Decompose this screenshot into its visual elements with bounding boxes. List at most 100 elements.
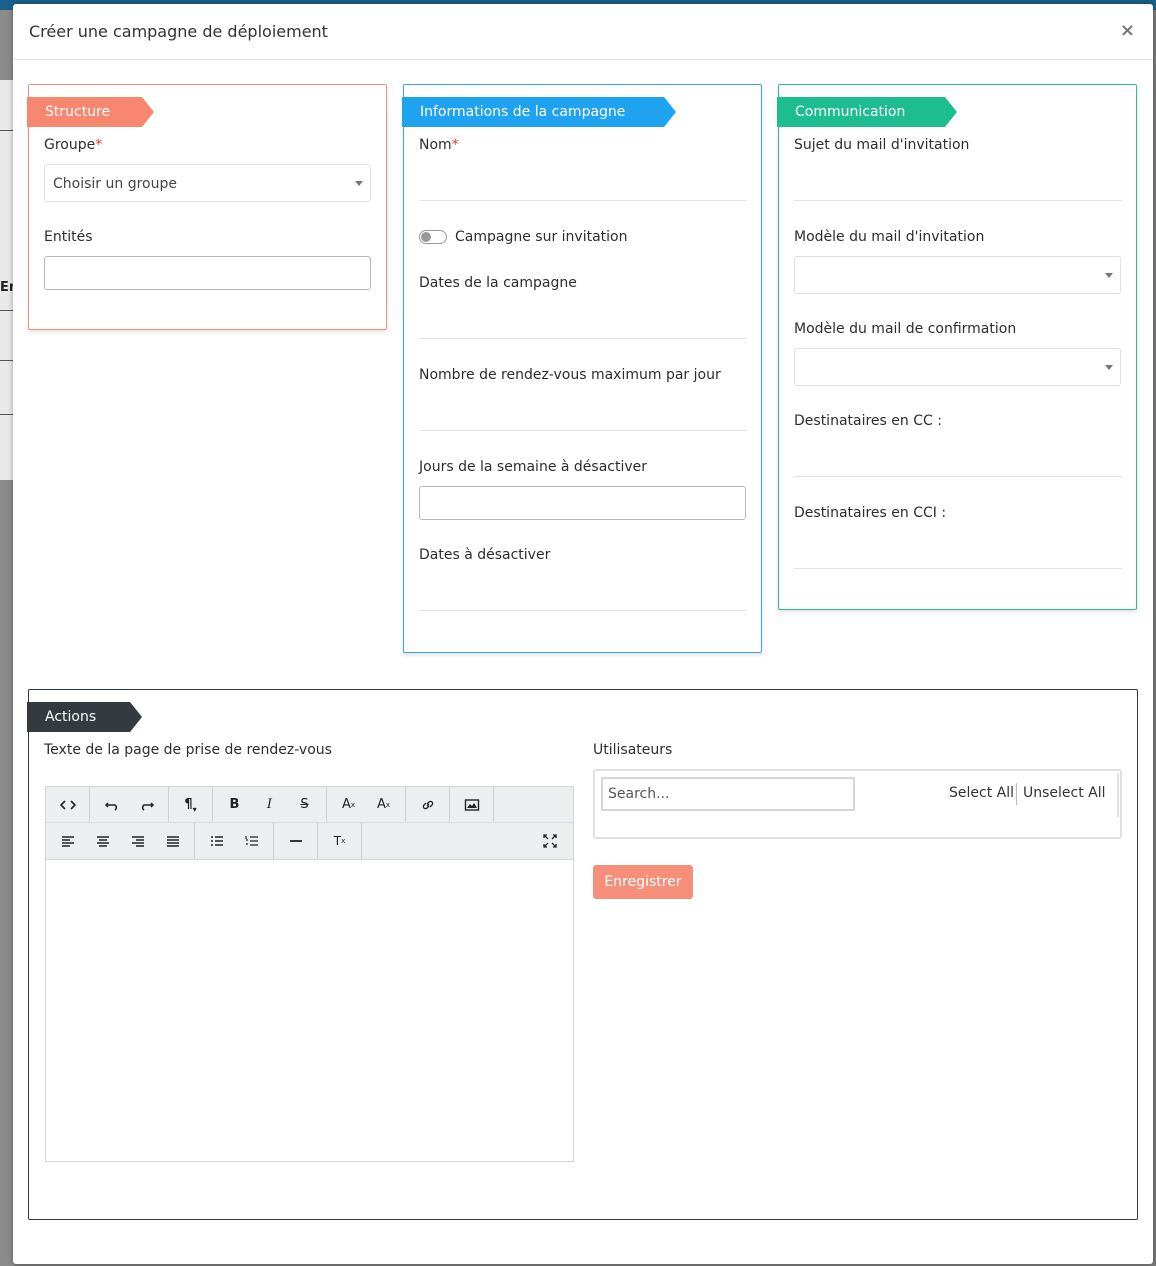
invitation-toggle-label: Campagne sur invitation bbox=[455, 229, 628, 245]
align-center-icon[interactable] bbox=[85, 823, 120, 858]
align-left-icon[interactable] bbox=[50, 823, 85, 858]
nom-label: Nom* bbox=[419, 137, 459, 153]
link-icon[interactable] bbox=[410, 787, 445, 822]
save-button[interactable]: Enregistrer bbox=[593, 865, 693, 899]
cc-input[interactable] bbox=[794, 476, 1122, 477]
superscript-icon[interactable]: Ax bbox=[331, 787, 366, 822]
subscript-icon[interactable]: Ax bbox=[366, 787, 401, 822]
chevron-down-icon bbox=[355, 181, 363, 186]
modal-header: Créer une campagne de déploiement × bbox=[13, 4, 1153, 60]
structure-ribbon-label: Structure bbox=[45, 104, 111, 120]
italic-icon[interactable]: I bbox=[252, 787, 287, 822]
toolbar-group bbox=[450, 787, 494, 822]
actions-ribbon-label: Actions bbox=[45, 709, 97, 725]
groupe-select-value: Choisir un groupe bbox=[53, 176, 177, 192]
toolbar-group bbox=[46, 823, 195, 859]
unordered-list-icon[interactable] bbox=[199, 823, 234, 858]
undo-icon[interactable] bbox=[94, 787, 129, 822]
dates-campagne-input[interactable] bbox=[419, 338, 747, 339]
dates-desactiver-input[interactable] bbox=[419, 610, 747, 611]
nom-label-text: Nom bbox=[419, 137, 452, 153]
entites-label: Entités bbox=[44, 229, 93, 245]
chevron-down-icon bbox=[1105, 273, 1113, 278]
max-rdv-label: Nombre de rendez-vous maximum par jour bbox=[419, 367, 721, 383]
code-view-icon[interactable] bbox=[50, 787, 85, 822]
background-divider bbox=[0, 360, 14, 361]
structure-ribbon: Structure bbox=[27, 97, 154, 127]
jours-desactiver-label: Jours de la semaine à désactiver bbox=[419, 459, 648, 475]
toolbar-group: B I S bbox=[213, 787, 327, 822]
chevron-down-icon bbox=[1105, 365, 1113, 370]
horizontal-rule-icon[interactable] bbox=[278, 823, 313, 858]
structure-card: Structure Groupe* Choisir un groupe Enti… bbox=[27, 84, 387, 330]
toolbar-group: Ax Ax bbox=[327, 787, 406, 822]
close-icon[interactable]: × bbox=[1120, 20, 1135, 41]
align-justify-icon[interactable] bbox=[155, 823, 190, 858]
toolbar-group bbox=[46, 787, 90, 822]
actions-card: Actions Texte de la page de prise de ren… bbox=[27, 689, 1138, 1220]
scrollbar[interactable] bbox=[1117, 773, 1119, 817]
background-divider bbox=[0, 414, 14, 415]
toolbar-group bbox=[406, 787, 450, 822]
page-text-label: Texte de la page de prise de rendez-vous bbox=[44, 742, 332, 758]
background-divider bbox=[0, 310, 14, 311]
users-multiselect: Search... Select All Unselect All bbox=[593, 769, 1122, 839]
campaign-info-card: Informations de la campagne Nom* Campagn… bbox=[402, 84, 762, 653]
max-rdv-input[interactable] bbox=[419, 430, 747, 431]
toolbar-group bbox=[90, 787, 169, 822]
paragraph-icon[interactable]: ¶ ▾ bbox=[173, 787, 208, 822]
ordered-list-icon[interactable] bbox=[234, 823, 269, 858]
modele-confirmation-select[interactable] bbox=[794, 348, 1121, 386]
nom-input[interactable] bbox=[419, 200, 747, 201]
toolbar-group: ¶ ▾ bbox=[169, 787, 213, 822]
rich-text-editor: ¶ ▾ B I S Ax Ax T x bbox=[45, 786, 574, 1162]
cc-label: Destinataires en CC : bbox=[794, 413, 942, 429]
modele-invitation-select[interactable] bbox=[794, 256, 1121, 294]
dates-campagne-label: Dates de la campagne bbox=[419, 275, 577, 291]
strikethrough-icon[interactable]: S bbox=[287, 787, 322, 822]
redo-icon[interactable] bbox=[129, 787, 164, 822]
align-right-icon[interactable] bbox=[120, 823, 155, 858]
toggle-knob bbox=[421, 232, 431, 242]
editor-toolbar: ¶ ▾ B I S Ax Ax T x bbox=[46, 787, 573, 860]
campaign-info-ribbon-label: Informations de la campagne bbox=[420, 104, 626, 120]
cci-label: Destinataires en CCI : bbox=[794, 505, 947, 521]
toolbar-row: ¶ ▾ B I S Ax Ax bbox=[46, 787, 573, 823]
toolbar-row: Tx bbox=[46, 823, 573, 859]
toolbar-group bbox=[195, 823, 274, 859]
campaign-info-ribbon: Informations de la campagne bbox=[402, 97, 676, 127]
bold-icon[interactable]: B bbox=[217, 787, 252, 822]
dates-desactiver-label: Dates à désactiver bbox=[419, 547, 551, 563]
divider bbox=[1016, 783, 1017, 805]
actions-ribbon: Actions bbox=[27, 702, 142, 732]
modele-invitation-label: Modèle du mail d'invitation bbox=[794, 229, 985, 245]
image-icon[interactable] bbox=[454, 787, 489, 822]
jours-desactiver-input[interactable] bbox=[419, 486, 746, 520]
background-partial-text: En bbox=[0, 280, 14, 295]
entites-input[interactable] bbox=[44, 256, 371, 290]
select-all-link[interactable]: Select All bbox=[949, 785, 1014, 801]
sujet-mail-label: Sujet du mail d'invitation bbox=[794, 137, 970, 153]
fullscreen-icon[interactable] bbox=[532, 823, 567, 858]
required-marker: * bbox=[451, 137, 459, 153]
modal-title: Créer une campagne de déploiement bbox=[29, 22, 328, 41]
utilisateurs-label: Utilisateurs bbox=[593, 742, 673, 758]
sujet-mail-input[interactable] bbox=[794, 200, 1122, 201]
toolbar-group bbox=[274, 823, 318, 859]
create-campaign-modal: Créer une campagne de déploiement × Stru… bbox=[13, 4, 1153, 1264]
invitation-toggle[interactable] bbox=[419, 230, 447, 244]
groupe-label: Groupe* bbox=[44, 137, 102, 153]
communication-card: Communication Sujet du mail d'invitation… bbox=[777, 84, 1137, 610]
communication-ribbon: Communication bbox=[777, 97, 957, 127]
toolbar-group: Tx bbox=[318, 823, 362, 859]
background-divider bbox=[0, 130, 14, 131]
editor-content-area[interactable] bbox=[46, 860, 573, 1161]
communication-ribbon-label: Communication bbox=[795, 104, 906, 120]
groupe-select[interactable]: Choisir un groupe bbox=[44, 164, 371, 202]
users-search-input[interactable]: Search... bbox=[601, 777, 855, 811]
groupe-label-text: Groupe bbox=[44, 137, 96, 153]
unselect-all-link[interactable]: Unselect All bbox=[1023, 785, 1106, 801]
cci-input[interactable] bbox=[794, 568, 1122, 569]
clear-format-icon[interactable]: Tx bbox=[322, 823, 357, 858]
required-marker: * bbox=[95, 137, 103, 153]
